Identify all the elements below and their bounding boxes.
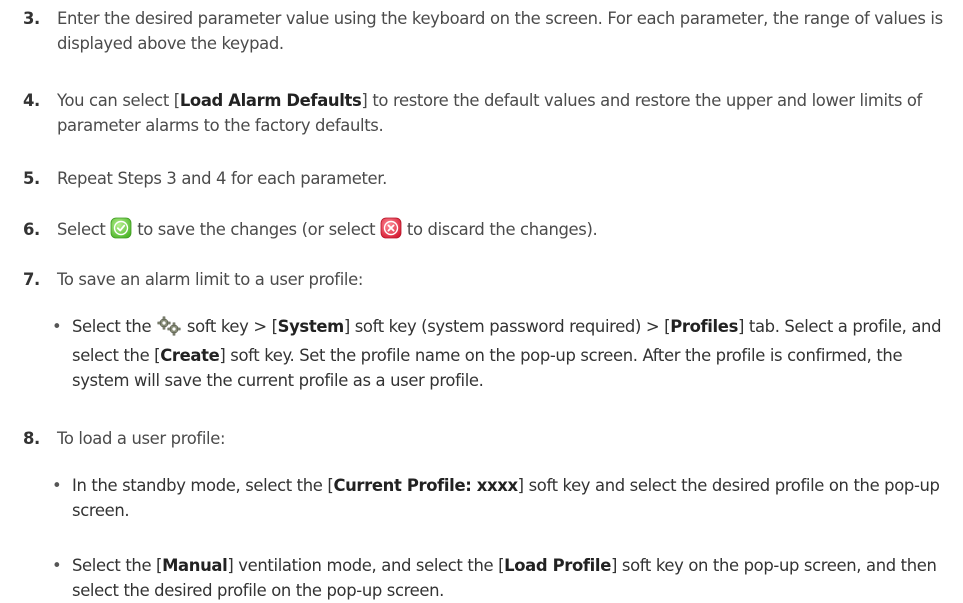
step-number: 4.: [23, 91, 40, 110]
step-6: 6. Select to save the changes (or select…: [23, 217, 953, 246]
bullet-text: Select the [Manual] ventilation mode, an…: [72, 556, 937, 600]
step-text: To save an alarm limit to a user profile…: [57, 270, 364, 289]
step-text: Select to save the changes (or select to…: [57, 217, 953, 246]
check-icon: [110, 217, 132, 246]
step-text: Repeat Steps 3 and 4 for each parameter.: [57, 169, 388, 188]
step-text: You can select [Load Alarm Defaults] to …: [57, 91, 922, 135]
bullet-text: In the standby mode, select the [Current…: [72, 476, 940, 520]
step-3: 3. Enter the desired parameter value usi…: [23, 6, 953, 56]
step-number: 6.: [23, 220, 40, 239]
manual-page: 3. Enter the desired parameter value usi…: [0, 0, 963, 600]
bullet-text: Select the soft key > [System] soft key …: [72, 316, 942, 390]
load-alarm-defaults-label: Load Alarm Defaults: [179, 91, 362, 110]
close-icon: [380, 217, 402, 246]
bullet-dot: •: [52, 317, 62, 336]
step-number: 7.: [23, 270, 40, 289]
step-number: 8.: [23, 429, 40, 448]
step-8: 8. To load a user profile:: [23, 426, 953, 451]
step-7: 7. To save an alarm limit to a user prof…: [23, 267, 953, 292]
step-number: 3.: [23, 9, 40, 28]
step-number: 5.: [23, 169, 40, 188]
step-7-bullet: • Select the soft key > [System] soft ke…: [52, 314, 955, 393]
step-text: To load a user profile:: [57, 429, 226, 448]
bullet-dot: •: [52, 476, 62, 495]
bullet-dot: •: [52, 556, 62, 575]
step-4: 4. You can select [Load Alarm Defaults] …: [23, 88, 953, 138]
step-text: Enter the desired parameter value using …: [57, 9, 943, 53]
step-8-bullet-2: • Select the [Manual] ventilation mode, …: [52, 553, 955, 603]
gears-icon: [156, 316, 182, 343]
step-8-bullet-1: • In the standby mode, select the [Curre…: [52, 473, 955, 523]
step-5: 5. Repeat Steps 3 and 4 for each paramet…: [23, 166, 953, 191]
